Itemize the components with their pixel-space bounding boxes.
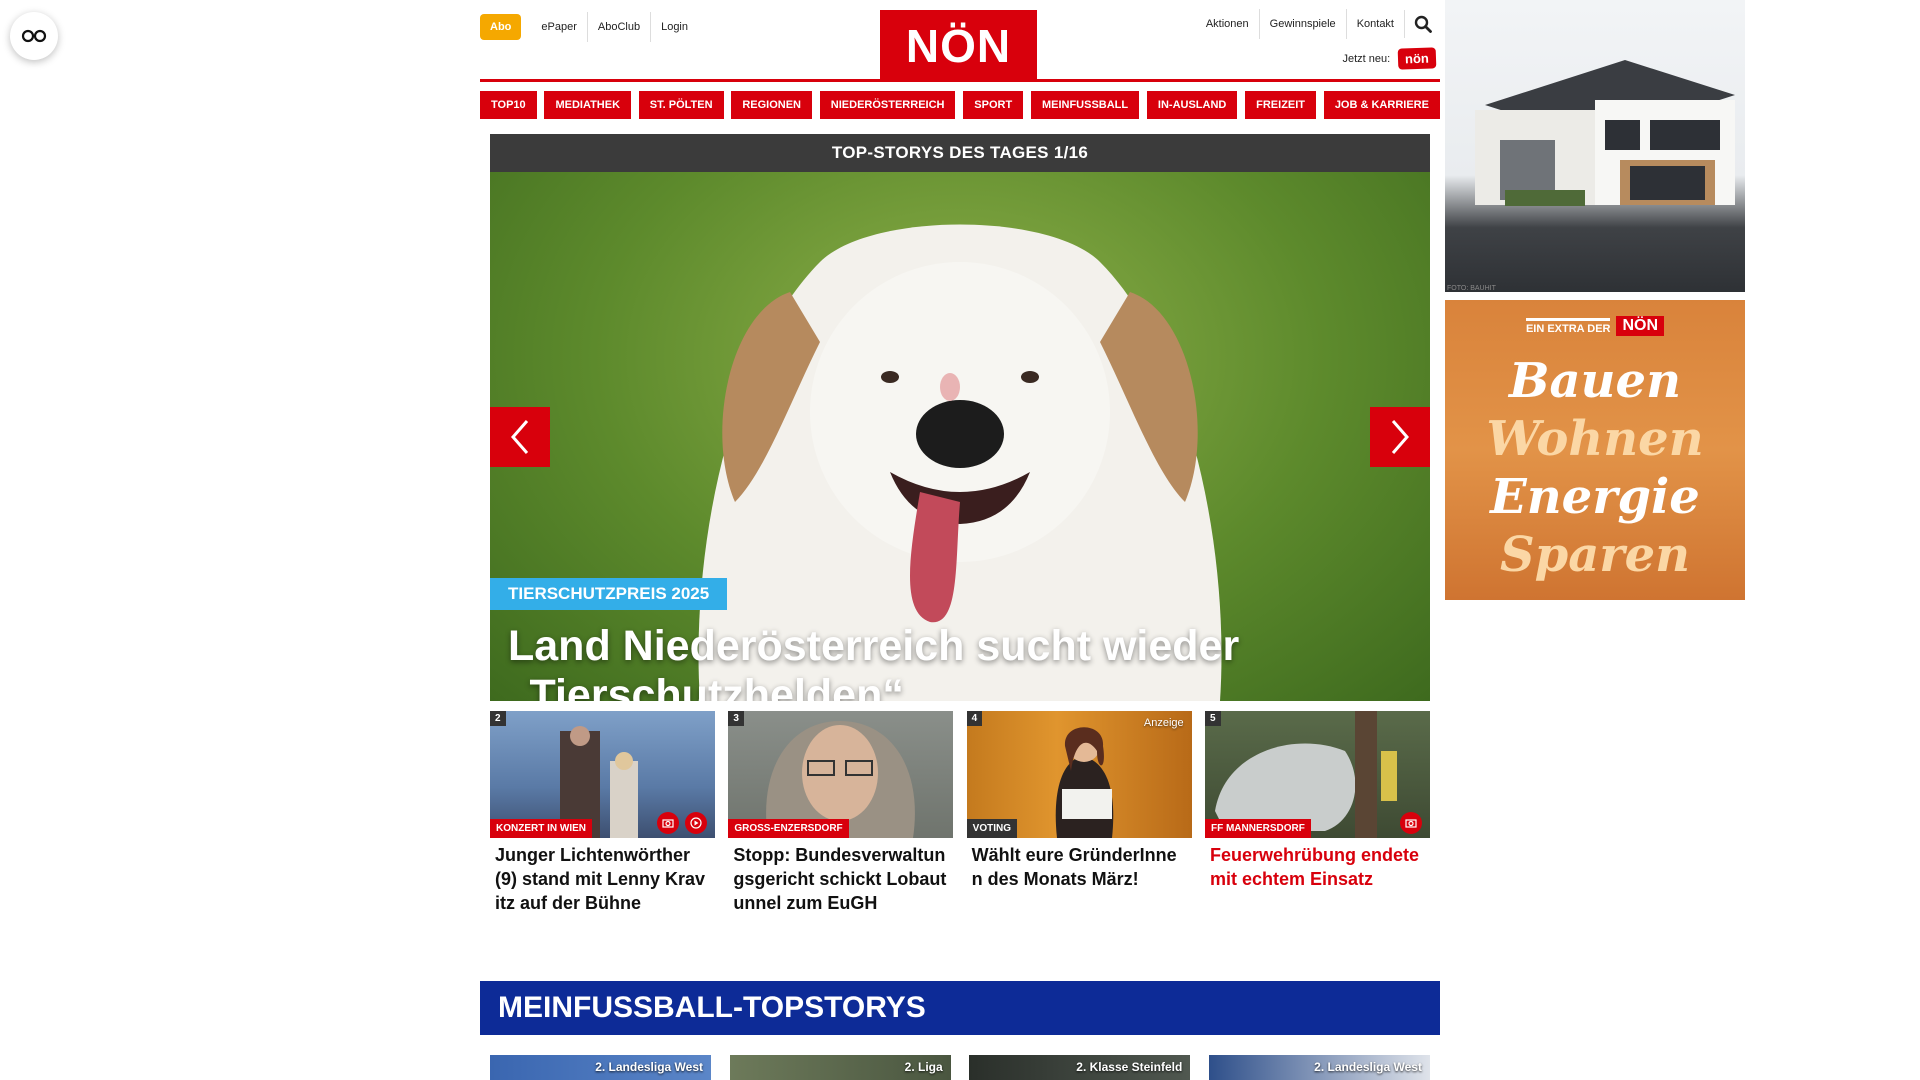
thumbnail-story[interactable]: 2. Liga <box>729 1055 951 1080</box>
story-title[interactable]: Stopp: Bundesverwaltungsgericht schickt … <box>728 838 953 915</box>
aktionen-link[interactable]: Aktionen <box>1196 9 1259 39</box>
aboclub-link[interactable]: AboClub <box>586 12 650 42</box>
ad-banner-house[interactable]: FOTO: BAUHIT <box>1445 0 1745 292</box>
sponsored-label: Anzeige <box>1143 717 1184 729</box>
ad-extra-text: EIN EXTRA DER <box>1525 317 1611 335</box>
story-rank: 4 <box>966 711 983 726</box>
chevron-left-icon <box>511 420 529 454</box>
camera-icon <box>1399 812 1422 834</box>
story-title[interactable]: Feuerwehrübung endete mit echtem Einsatz <box>1205 838 1430 891</box>
top-stories-carousel: TOP-STORYS DES TAGES 1/16 TIERSCHUTZPREI… <box>490 134 1430 701</box>
ad-extra-label: EIN EXTRA DER NÖN <box>1445 316 1745 336</box>
story-rank: 2 <box>490 711 506 726</box>
ad-word-energie: Energie <box>1490 469 1700 525</box>
hero-story-image[interactable]: TIERSCHUTZPREIS 2025 Land Niederösterrei… <box>490 172 1430 701</box>
story-rank: 3 <box>728 711 744 726</box>
hero-category-tag[interactable]: TIERSCHUTZPREIS 2025 <box>490 578 728 610</box>
jetzt-neu-promo[interactable]: Jetzt neu: nön <box>1342 47 1437 70</box>
nav-item-regionen[interactable]: REGIONEN <box>731 91 813 119</box>
noen-logo[interactable]: NÖN <box>880 10 1037 82</box>
carousel-prev-button[interactable] <box>490 407 550 467</box>
thumbnail-league-label: 2. Landesliga West <box>1314 1060 1422 1074</box>
kontakt-link[interactable]: Kontakt <box>1345 9 1404 39</box>
story-title[interactable]: Junger Lichtenwörther (9) stand mit Lenn… <box>490 838 715 915</box>
nav-item-sport[interactable]: SPORT <box>963 91 1024 119</box>
chevron-right-icon <box>1391 420 1409 454</box>
ad-word-wohnen: Wohnen <box>1486 411 1704 467</box>
hero-headline[interactable]: Land Niederösterreich sucht wieder „Tier… <box>508 622 1388 701</box>
story-category-tag[interactable]: KONZERT IN WIEN <box>490 819 592 838</box>
nav-item-st-poelten[interactable]: ST. PÖLTEN <box>638 91 724 119</box>
play-icon <box>685 812 707 834</box>
carousel-header: TOP-STORYS DES TAGES 1/16 <box>490 134 1430 172</box>
story-media-icons <box>657 812 707 834</box>
meinfussball-section-header[interactable]: MEINFUSSBALL-TOPSTORYS <box>480 981 1440 1035</box>
story-card[interactable]: 2 KONZERT IN WIEN Junger Lichtenwörther … <box>490 711 715 941</box>
camera-icon <box>657 812 679 834</box>
ad-noen-badge: NÖN <box>1616 316 1665 336</box>
thumbnail-story[interactable]: 2. Landesliga West <box>490 1055 711 1080</box>
nav-item-job-karriere[interactable]: JOB & KARRIERE <box>1323 91 1440 119</box>
carousel-next-button[interactable] <box>1370 407 1430 467</box>
nav-item-niederoesterreich[interactable]: NIEDERÖSTERREICH <box>819 91 956 119</box>
epaper-link[interactable]: ePaper <box>531 12 586 42</box>
ad-word-sparen: Sparen <box>1499 527 1691 583</box>
gewinnspiele-link[interactable]: Gewinnspiele <box>1258 9 1346 39</box>
utility-nav-right: Aktionen Gewinnspiele Kontakt <box>1186 9 1440 39</box>
story-category-tag[interactable]: VOTING <box>966 819 1017 838</box>
nav-item-freizeit[interactable]: FREIZEIT <box>1245 91 1317 119</box>
login-link[interactable]: Login <box>650 12 698 42</box>
thumbnail-story[interactable]: 2. Klasse Steinfeld <box>969 1055 1191 1080</box>
nav-item-in-ausland[interactable]: IN-AUSLAND <box>1146 91 1238 119</box>
thumbnail-story[interactable]: 2. Landesliga West <box>1208 1055 1430 1080</box>
house-illustration <box>1475 60 1735 206</box>
abo-button[interactable]: Abo <box>480 14 522 40</box>
story-category-tag[interactable]: GROSS-ENZERSDORF <box>728 819 849 838</box>
thumbnail-league-label: 2. Liga <box>904 1060 943 1074</box>
glasses-icon <box>21 29 47 43</box>
thumbnail-league-label: 2. Landesliga West <box>595 1060 703 1074</box>
story-card[interactable]: 3 GROSS-ENZERSDORF Stopp: Bundesverwaltu… <box>728 711 954 941</box>
site-header: Abo ePaper AboClub Login NÖN Aktionen Ge… <box>480 0 1440 82</box>
meinfussball-thumbnails: 2. Landesliga West 2. Liga 2. Klasse Ste… <box>490 1055 1430 1080</box>
nav-item-top10[interactable]: TOP10 <box>480 91 537 119</box>
thumbnail-league-label: 2. Klasse Steinfeld <box>1076 1060 1183 1074</box>
ad-word-bauen: Bauen <box>1508 353 1681 409</box>
ad-photo-credit: FOTO: BAUHIT <box>1447 285 1496 292</box>
story-card[interactable]: 5 FF MANNERSDORF Feuerwehrübung endete m… <box>1204 711 1430 941</box>
story-media-icons <box>1399 812 1422 834</box>
story-rank: 5 <box>1204 711 1221 726</box>
story-image[interactable]: 4 Anzeige VOTING <box>966 711 1192 838</box>
story-image[interactable]: 2 KONZERT IN WIEN <box>490 711 715 838</box>
story-image[interactable]: 3 GROSS-ENZERSDORF <box>728 711 954 838</box>
utility-nav-left: Abo ePaper AboClub Login <box>480 12 698 42</box>
noen-app-badge[interactable]: nön <box>1397 47 1437 70</box>
ad-banner-bauen-wohnen[interactable]: EIN EXTRA DER NÖN Bauen Wohnen Energie S… <box>1445 300 1745 600</box>
story-image[interactable]: 5 FF MANNERSDORF <box>1204 711 1430 838</box>
reader-mode-button[interactable] <box>10 12 58 60</box>
jetzt-neu-label: Jetzt neu: <box>1342 52 1391 65</box>
story-card[interactable]: 4 Anzeige VOTING Wählt eure GründerInnen… <box>966 711 1192 941</box>
nav-item-meinfussball[interactable]: MEINFUSSBALL <box>1030 91 1140 119</box>
story-category-tag[interactable]: FF MANNERSDORF <box>1204 819 1311 838</box>
search-icon[interactable] <box>1404 10 1440 38</box>
story-title[interactable]: Wählt eure GründerInnen des Monats März! <box>967 838 1192 891</box>
ad-headline-words: Bauen Wohnen Energie Sparen <box>1445 352 1745 584</box>
main-nav: TOP10 MEDIATHEK ST. PÖLTEN REGIONEN NIED… <box>480 91 1440 119</box>
nav-item-mediathek[interactable]: MEDIATHEK <box>544 91 632 119</box>
main-page: Abo ePaper AboClub Login NÖN Aktionen Ge… <box>480 0 1440 1080</box>
story-cards: 2 KONZERT IN WIEN Junger Lichtenwörther … <box>490 711 1430 941</box>
